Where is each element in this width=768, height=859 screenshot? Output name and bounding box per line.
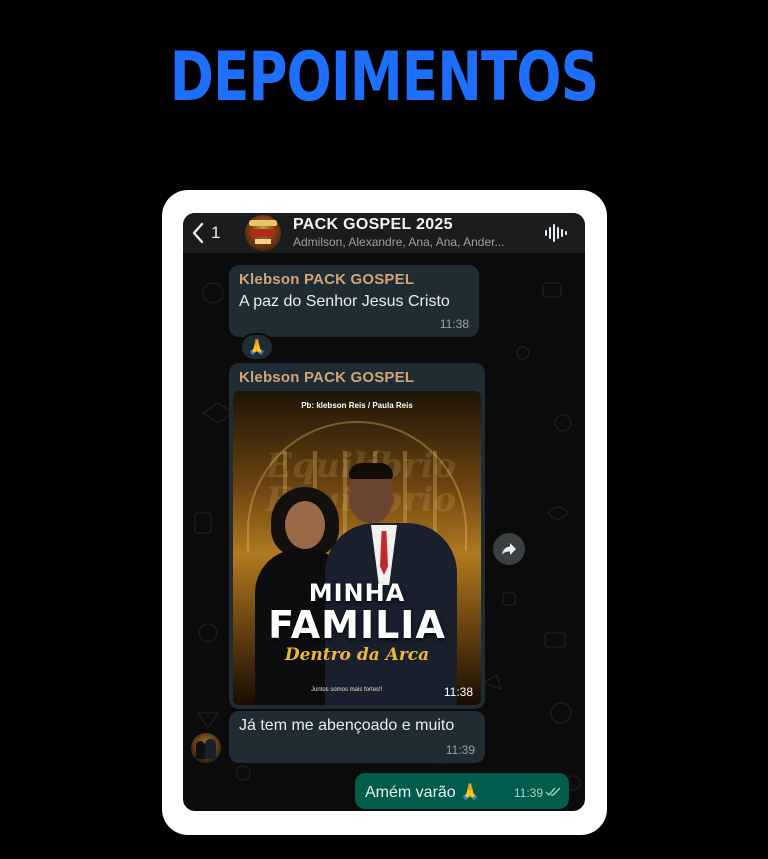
reaction-badge[interactable]: 🙏: [240, 333, 274, 361]
double-check-icon: [545, 787, 561, 797]
group-info[interactable]: PACK GOSPEL 2025 Admilson, Alexandre, An…: [293, 216, 531, 250]
message-text: Já tem me abençoado e muito: [239, 717, 455, 734]
sender-name: Klebson PACK GOSPEL: [239, 271, 415, 288]
message-bubble[interactable]: Já tem me abençoado e muito 11:39: [229, 711, 485, 763]
message-text: Amém varão 🙏: [365, 784, 481, 801]
back-button[interactable]: 1: [191, 222, 237, 244]
chat-header: 1 PACK GOSPEL 2025 Admilson, Alexandre, …: [183, 213, 585, 253]
woman-photo-face: [285, 501, 325, 549]
message-text: A paz do Senhor Jesus Cristo: [239, 293, 450, 310]
message-time: 11:39: [513, 786, 543, 800]
flyer-credit: Pb: klebson Reis / Paula Reis: [301, 401, 413, 410]
sender-avatar[interactable]: [191, 733, 221, 763]
group-members: Admilson, Alexandre, Ana, Ana, Ander...: [293, 235, 505, 249]
message-bubble[interactable]: Klebson PACK GOSPEL A paz do Senhor Jesu…: [229, 265, 479, 337]
chat-screen: 1 PACK GOSPEL 2025 Admilson, Alexandre, …: [183, 213, 585, 811]
unread-count: 1: [211, 223, 221, 242]
message-time: 11:39: [445, 743, 475, 757]
chevron-left-icon: [192, 222, 204, 244]
man-photo-hair: [349, 463, 393, 479]
forward-button[interactable]: [493, 533, 525, 565]
message-time: 11:38: [443, 685, 473, 699]
flyer-footer: Juntos somos mais fortes!!: [311, 687, 383, 693]
flyer-title-line3: Dentro da Arca: [284, 645, 430, 665]
group-avatar[interactable]: [245, 215, 281, 251]
audio-wave-icon[interactable]: [543, 221, 567, 245]
forward-icon: [502, 543, 516, 555]
flyer-image[interactable]: EquilíbrioEquilíbrio Pb: klebson Reis / …: [233, 391, 481, 705]
message-time: 11:38: [439, 317, 469, 331]
group-name: PACK GOSPEL 2025: [293, 216, 453, 233]
flyer-title-line2: FAMILIA: [268, 603, 446, 647]
outgoing-message-bubble[interactable]: Amém varão 🙏 11:39: [355, 773, 569, 809]
page-title: DEPOIMENTOS: [169, 38, 599, 117]
sender-name: Klebson PACK GOSPEL: [239, 369, 415, 386]
